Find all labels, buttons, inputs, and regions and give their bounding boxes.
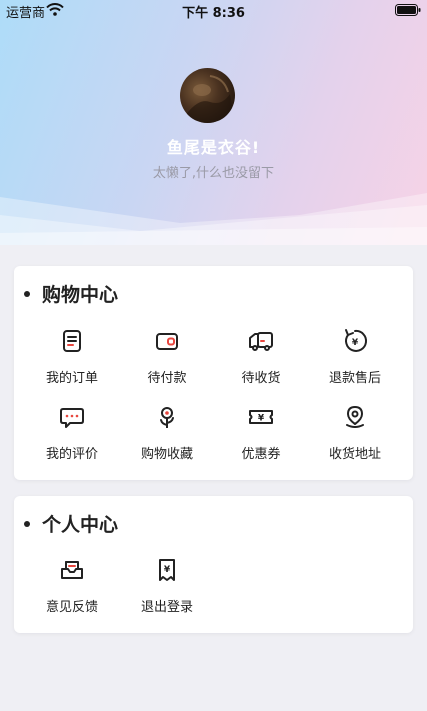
item-label: 收货地址	[328, 447, 381, 462]
battery-icon	[395, 4, 421, 20]
header-wave-decoration	[0, 193, 427, 245]
clock: 下午 8:36	[182, 6, 245, 21]
svg-text:¥: ¥	[352, 338, 359, 348]
username: 鱼尾是衣谷!	[166, 138, 261, 157]
order-list-icon	[63, 330, 81, 352]
item-label: 退款售后	[328, 371, 381, 386]
personal-center-title: 个人中心	[24, 510, 118, 537]
shopping-center-title: 购物中心	[24, 280, 118, 307]
wallet-icon	[156, 333, 178, 350]
item-label: 意见反馈	[45, 600, 98, 615]
logout-button[interactable]: ¥ 退出登录	[117, 556, 217, 615]
refund-aftersale-button[interactable]: ¥ 退款售后	[305, 327, 405, 386]
item-label: 退出登录	[140, 600, 193, 615]
bullet-dot	[24, 520, 30, 527]
avatar[interactable]	[180, 68, 235, 123]
item-label: 购物收藏	[140, 447, 193, 462]
feedback-inbox-icon	[61, 561, 83, 579]
personal-center-card: 个人中心 意见反馈 ¥ 退出登录	[14, 496, 413, 633]
pending-delivery-button[interactable]: 待收货	[211, 327, 311, 386]
item-label: 我的评价	[45, 447, 98, 462]
my-orders-button[interactable]: 我的订单	[22, 327, 122, 386]
refund-icon: ¥	[345, 329, 367, 352]
location-pin-icon	[346, 406, 364, 428]
svg-text:¥: ¥	[258, 414, 265, 424]
feedback-button[interactable]: 意见反馈	[22, 556, 122, 615]
coupon-icon: ¥	[249, 410, 273, 424]
item-label: 待收货	[241, 371, 281, 386]
coupons-button[interactable]: ¥ 优惠券	[211, 403, 311, 462]
comment-icon	[60, 408, 84, 428]
bullet-dot	[24, 290, 30, 297]
pending-payment-button[interactable]: 待付款	[117, 327, 217, 386]
user-bio: 太懒了,什么也没留下	[152, 166, 275, 181]
section-title-text: 购物中心	[42, 284, 119, 306]
logout-receipt-icon: ¥	[159, 559, 175, 581]
delivery-truck-icon	[249, 332, 273, 351]
item-label: 待付款	[147, 371, 187, 386]
svg-text:¥: ¥	[164, 565, 171, 575]
item-label: 我的订单	[45, 371, 98, 386]
shopping-favorites-button[interactable]: 购物收藏	[117, 403, 217, 462]
my-reviews-button[interactable]: 我的评价	[22, 403, 122, 462]
profile-header	[0, 0, 427, 245]
flower-favorite-icon	[160, 407, 174, 428]
shipping-address-button[interactable]: 收货地址	[305, 403, 405, 462]
item-label: 优惠券	[241, 447, 281, 462]
shopping-center-card: 购物中心 我的订单 待付款 待收货 ¥ 退款售后 我的评价 购物收藏 ¥ 优惠券…	[14, 266, 413, 480]
status-bar: 运营商 下午 8:36	[0, 0, 427, 21]
section-title-text: 个人中心	[42, 514, 119, 536]
